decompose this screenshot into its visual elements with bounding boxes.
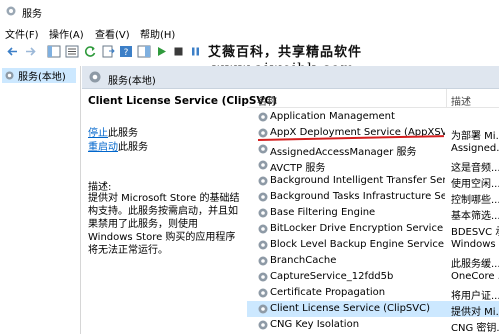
- start-icon[interactable]: [154, 44, 169, 59]
- service-name: Block Level Backup Engine Service: [270, 239, 445, 250]
- console-tree: 服务(本地): [0, 66, 81, 334]
- service-description: 将用户证...: [451, 291, 499, 302]
- service-row[interactable]: AVCTP 服务 这是音频...: [247, 157, 499, 174]
- pause-icon[interactable]: [188, 44, 203, 59]
- service-row[interactable]: CNG Key Isolation CNG 密钥...: [247, 317, 499, 334]
- column-header-description[interactable]: 描述: [451, 93, 471, 108]
- service-name: Background Intelligent Transfer Servi...: [270, 175, 445, 186]
- service-row[interactable]: CaptureService_12fdd5b OneCore ...: [247, 269, 499, 285]
- service-row[interactable]: Base Filtering Engine 基本筛选...: [247, 205, 499, 222]
- gear-icon: [258, 112, 268, 122]
- service-name: CaptureService_12fdd5b: [270, 271, 394, 282]
- gear-icon: [89, 71, 101, 83]
- menu-view[interactable]: 查看(V): [95, 26, 130, 41]
- services-app-icon: [6, 6, 16, 16]
- back-icon[interactable]: [5, 44, 20, 59]
- stop-icon[interactable]: [171, 44, 186, 59]
- gear-icon: [258, 320, 268, 330]
- service-row[interactable]: Background Intelligent Transfer Servi...…: [247, 173, 499, 190]
- service-row[interactable]: Certificate Propagation 将用户证...: [247, 285, 499, 302]
- description-text: 提供对 Microsoft Store 的基础结构支持。此服务按需启动，并且如果…: [88, 193, 240, 256]
- services-list: 名称 描述 Application Management AppX Deploym…: [247, 89, 499, 334]
- service-row[interactable]: Block Level Backup Engine Service Windows…: [247, 237, 499, 253]
- gear-icon: [258, 160, 268, 170]
- service-description: 使用空闲...: [451, 179, 499, 190]
- service-name: Certificate Propagation: [270, 287, 386, 298]
- watermark-text: 艾薇百科，共享精品软件: [208, 45, 363, 60]
- service-description: 此服务缓...: [451, 259, 499, 270]
- gear-icon: [5, 71, 14, 80]
- service-name: Application Management: [270, 111, 395, 122]
- service-description: CNG 密钥...: [451, 323, 499, 334]
- gear-icon: [258, 240, 268, 250]
- description-label: 描述:: [88, 182, 112, 193]
- service-row[interactable]: Client License Service (ClipSVC) 提供对 Mi..…: [247, 301, 499, 318]
- help-icon[interactable]: ?: [118, 44, 133, 59]
- service-description: Assigned...: [451, 143, 499, 154]
- gear-icon: [258, 224, 268, 234]
- column-header-row: 名称 描述: [247, 89, 499, 108]
- column-divider[interactable]: [446, 89, 447, 107]
- service-description: OneCore ...: [451, 271, 499, 282]
- gear-icon: [258, 128, 268, 138]
- service-name: Background Tasks Infrastructure Serv...: [270, 191, 445, 202]
- menu-file[interactable]: 文件(F): [5, 26, 39, 41]
- menu-action[interactable]: 操作(A): [49, 26, 84, 41]
- service-description: 这是音频...: [451, 163, 499, 174]
- column-header-name[interactable]: 名称: [257, 93, 277, 108]
- restart-action: 重启动此服务: [88, 138, 148, 153]
- restart-suffix: 此服务: [118, 142, 148, 153]
- service-description: 提供对 Mi...: [451, 307, 499, 318]
- service-name: Base Filtering Engine: [270, 207, 376, 218]
- title-bar: 服务: [0, 0, 499, 22]
- service-row[interactable]: Application Management: [247, 109, 499, 125]
- window-title: 服务: [22, 9, 42, 20]
- svg-text:?: ?: [123, 48, 128, 58]
- tree-node-label: 服务(本地): [18, 72, 66, 83]
- service-row[interactable]: Background Tasks Infrastructure Serv... 控…: [247, 189, 499, 206]
- properties-icon[interactable]: [64, 44, 79, 59]
- service-row[interactable]: AssignedAccessManager 服务 Assigned...: [247, 141, 499, 158]
- restart-link[interactable]: 重启动: [88, 142, 118, 153]
- service-description: 控制哪些...: [451, 195, 499, 206]
- service-name: AVCTP 服务: [270, 163, 326, 174]
- menu-bar: 文件(F) 操作(A) 查看(V) 帮助(H): [0, 24, 499, 41]
- gear-icon: [258, 272, 268, 282]
- show-hide-icon[interactable]: [136, 44, 151, 59]
- service-name: BranchCache: [270, 255, 337, 266]
- gear-icon: [258, 288, 268, 298]
- service-name: Client License Service (ClipSVC): [270, 303, 431, 314]
- service-name: AssignedAccessManager 服务: [270, 147, 417, 158]
- service-description: 为部署 Mi...: [451, 131, 499, 142]
- gear-icon: [258, 176, 268, 186]
- console-tree-icon[interactable]: [46, 44, 61, 59]
- refresh-icon[interactable]: [82, 44, 97, 59]
- gear-icon: [258, 304, 268, 314]
- gear-icon: [258, 208, 268, 218]
- service-name: BitLocker Drive Encryption Service: [270, 223, 444, 234]
- description-pane: Client License Service (ClipSVC) 停止此服务 重…: [82, 89, 277, 334]
- export-list-icon[interactable]: [100, 44, 115, 59]
- service-row[interactable]: BranchCache 此服务缓...: [247, 253, 499, 270]
- tree-node-services-local[interactable]: 服务(本地): [2, 68, 76, 83]
- services-header: 服务(本地): [82, 66, 499, 89]
- service-name: CNG Key Isolation: [270, 319, 360, 330]
- gear-icon: [258, 256, 268, 266]
- gear-icon: [258, 192, 268, 202]
- service-row[interactable]: BitLocker Drive Encryption Service BDESVC…: [247, 221, 499, 238]
- gear-icon: [258, 144, 268, 154]
- service-description: 基本筛选...: [451, 211, 499, 222]
- service-description: Windows ...: [451, 239, 499, 250]
- header-title: 服务(本地): [108, 76, 156, 87]
- stop-action: 停止此服务: [88, 124, 138, 139]
- service-description: BDESVC 承...: [451, 227, 499, 238]
- menu-help[interactable]: 帮助(H): [140, 26, 175, 41]
- forward-icon[interactable]: [23, 44, 38, 59]
